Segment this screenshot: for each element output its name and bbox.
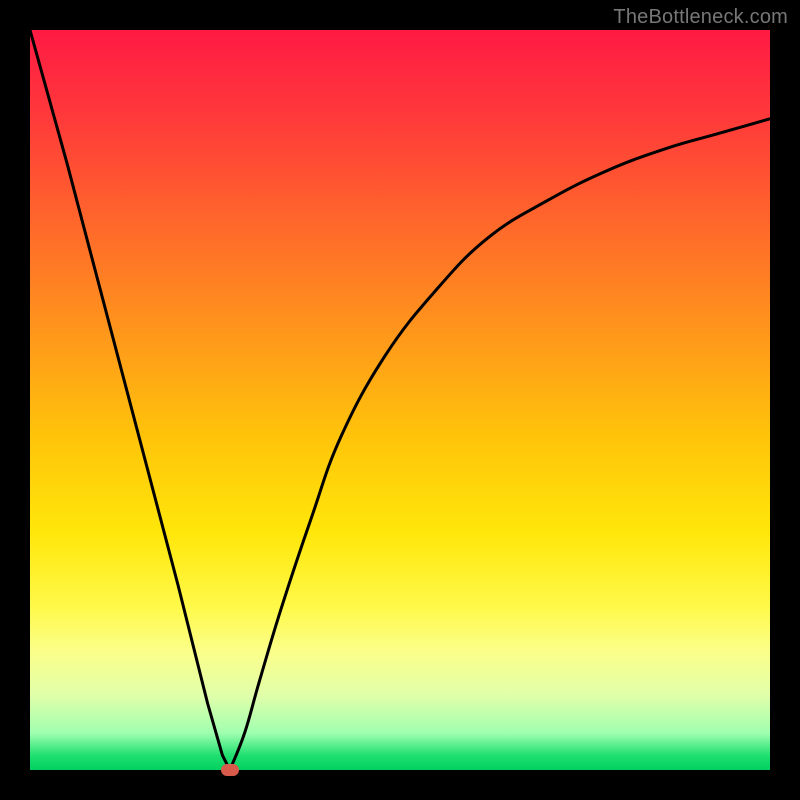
watermark-text: TheBottleneck.com [613,6,788,29]
bottleneck-curve [30,30,770,770]
curve-layer [30,30,770,770]
plot-area [30,30,770,770]
optimal-point-marker [221,764,239,776]
chart-container: TheBottleneck.com [0,0,800,800]
